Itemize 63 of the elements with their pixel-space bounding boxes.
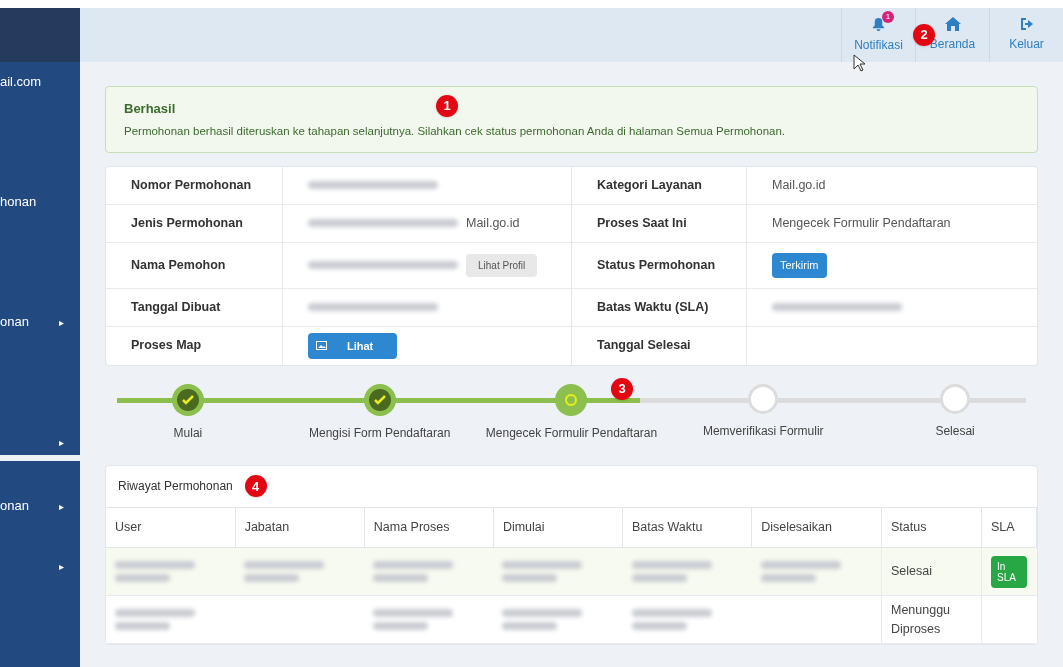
blurred-text [760, 574, 816, 583]
nav-link[interactable]: Keluar [989, 8, 1063, 62]
column-header: Batas Waktu [622, 507, 752, 548]
blurred-text [502, 622, 558, 631]
field-label: Jenis Permohonan [131, 214, 243, 232]
cell-value: Mail.go.id [772, 176, 826, 194]
status-badge: Terkirim [772, 253, 827, 278]
field-label: Status Permohonan [597, 256, 716, 274]
field-label: Nama Pemohon [131, 256, 226, 274]
field-label: Tanggal Selesai [597, 337, 691, 355]
column-header: Nama Proses [364, 507, 494, 548]
field-label: Proses Saat Ini [597, 214, 687, 232]
sidebar-item[interactable]: onan [0, 496, 29, 516]
caret-icon: ▸ [59, 314, 64, 330]
panel-title: Riwayat Permohonan [118, 478, 233, 496]
home-icon [944, 17, 961, 31]
callout-number: 4 [244, 475, 267, 498]
column-header: SLA [981, 507, 1037, 548]
sidebar-item[interactable]: ail.com [0, 72, 42, 92]
bell-icon [871, 16, 886, 32]
sidebar-item[interactable]: honan [0, 192, 37, 212]
alert-title: Berhasil [124, 100, 176, 118]
field-label: Kategori Layanan [597, 176, 702, 194]
cell-value: Mengecek Formulir Pendaftaran [772, 214, 951, 232]
image-icon [316, 341, 327, 351]
blurred-text [373, 622, 429, 631]
field-label: Batas Waktu (SLA) [597, 298, 709, 316]
view-map-button[interactable]: Lihat [308, 332, 398, 359]
view-profile-button[interactable]: Lihat Profil [466, 253, 538, 277]
caret-icon: ▸ [59, 498, 64, 514]
blurred-text [115, 574, 170, 583]
field-label: Nomor Permohonan [131, 176, 252, 194]
field-label: Tanggal Dibuat [131, 298, 221, 316]
column-header: User [106, 507, 236, 548]
step-label: Memverifikasi Formulir [702, 422, 824, 440]
blurred-text [631, 574, 687, 583]
caret-icon: ▸ [59, 558, 64, 574]
table-cell: Menunggu Diproses [891, 603, 951, 636]
logout-icon [1019, 17, 1034, 31]
table-cell: Selesai [891, 564, 932, 579]
step-label: Mulai [173, 424, 203, 442]
callout-number: 1 [436, 94, 458, 117]
cell-value: Mail.go.id [466, 214, 520, 232]
mouse-pointer-icon [853, 54, 867, 72]
blurred-text [115, 622, 170, 631]
step-label: Selesai [935, 422, 975, 440]
column-header: Jabatan [235, 507, 365, 548]
column-header: Dimulai [493, 507, 623, 548]
step-label: Mengisi Form Pendaftaran [309, 424, 451, 442]
callout-number: 3 [611, 377, 633, 400]
alert-message: Permohonan berhasil diteruskan ke tahapan selanjutnya. Silahkan cek status permohonan Anda di halaman Semua Permohonan. [124, 123, 787, 139]
sidebar-item[interactable]: onan [0, 312, 29, 332]
column-header: Status [881, 507, 982, 548]
blurred-text [502, 574, 558, 583]
blurred-text [631, 622, 687, 631]
notification-badge: 1 [882, 10, 894, 23]
field-label: Proses Map [131, 337, 202, 355]
step-label: Mengecek Formulir Pendaftaran [485, 424, 658, 442]
blurred-text [244, 574, 300, 583]
sla-badge: In SLA [991, 555, 1027, 588]
column-header: Diselesaikan [751, 507, 882, 548]
caret-icon: ▸ [59, 434, 64, 450]
blurred-text [373, 574, 429, 583]
